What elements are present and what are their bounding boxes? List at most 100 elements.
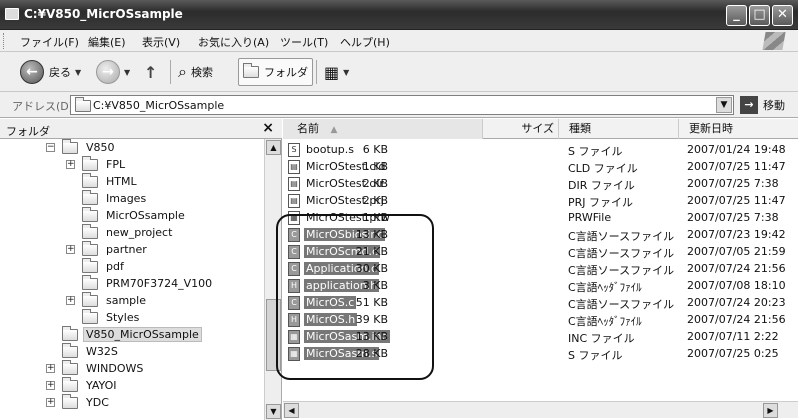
up-folder-button[interactable]: ↑ bbox=[144, 58, 157, 86]
tree-item-label: YAYOI bbox=[86, 379, 117, 392]
window-title: C:¥V850_MicrOSsample bbox=[24, 7, 183, 21]
file-icon: C bbox=[288, 244, 300, 259]
column-name-label: 名前 bbox=[297, 122, 319, 135]
tree-item[interactable]: + WINDOWS bbox=[46, 359, 146, 377]
close-button[interactable]: ✕ bbox=[772, 5, 793, 26]
file-row[interactable]: ▦ MicrOStest.prw 1 KB PRWFile 2007/07/25 7:3… bbox=[283, 209, 798, 226]
address-dropdown-button[interactable]: ▼ bbox=[716, 97, 732, 113]
tree-item[interactable]: − V850 bbox=[46, 139, 118, 156]
folder-icon bbox=[82, 155, 98, 171]
windows-logo-icon bbox=[762, 32, 786, 50]
folder-icon bbox=[82, 172, 98, 188]
back-button[interactable]: ← 戻る ▼ bbox=[20, 58, 81, 86]
file-row[interactable]: C MicrOScmd.c 21 KB C言語ソースファイル 2007/07/05 21… bbox=[283, 243, 798, 260]
tree-item[interactable]: MicrOSsample bbox=[82, 206, 188, 224]
menu-help[interactable]: ヘルプ(H) bbox=[340, 34, 390, 50]
minimize-button[interactable]: _ bbox=[726, 5, 747, 26]
address-input[interactable]: C:¥V850_MicrOSsample ▼ bbox=[70, 95, 734, 115]
column-type[interactable]: 種類 bbox=[559, 119, 679, 139]
file-icon: ▦ bbox=[288, 210, 300, 225]
tree-item-label: Styles bbox=[106, 311, 140, 324]
collapse-icon[interactable]: − bbox=[46, 143, 55, 152]
menu-view[interactable]: 表示(V) bbox=[142, 34, 180, 50]
file-row[interactable]: Sbootup.s 6 KB S ファイル 2007/01/24 19:48 bbox=[283, 141, 798, 158]
menu-edit[interactable]: 編集(E) bbox=[88, 34, 126, 50]
folder-pane-scrollbar[interactable]: ▲ ▼ bbox=[264, 139, 281, 420]
forward-button[interactable]: → ▼ bbox=[96, 58, 130, 86]
tree-item[interactable]: + sample bbox=[66, 291, 149, 309]
tree-item[interactable]: pdf bbox=[82, 257, 127, 275]
file-icon: H bbox=[288, 278, 300, 293]
tree-item[interactable]: + FPL bbox=[66, 155, 128, 173]
folder-icon bbox=[82, 257, 98, 273]
expand-icon[interactable]: + bbox=[46, 381, 55, 390]
views-button[interactable]: ▦ ▼ bbox=[324, 58, 349, 86]
file-type: INC ファイル bbox=[568, 332, 635, 345]
expand-icon[interactable]: + bbox=[66, 296, 75, 305]
file-row[interactable]: ▤ MicrOStest.dir 2 KB DIR ファイル 2007/07/25 7:… bbox=[283, 175, 798, 192]
column-size[interactable]: サイズ bbox=[483, 119, 559, 139]
expand-icon[interactable]: + bbox=[66, 160, 75, 169]
scroll-down-button[interactable]: ▼ bbox=[266, 404, 281, 419]
close-pane-icon[interactable]: × bbox=[262, 120, 274, 136]
forward-dropdown-icon[interactable]: ▼ bbox=[124, 68, 130, 77]
tree-item[interactable]: Images bbox=[82, 189, 149, 207]
tree-item-label: FPL bbox=[106, 158, 126, 171]
tree-item[interactable]: + YDC bbox=[46, 393, 112, 411]
go-arrow-icon: → bbox=[740, 96, 758, 114]
folders-button[interactable]: フォルダ bbox=[238, 58, 313, 86]
tree-item[interactable]: + YAYOI bbox=[46, 376, 120, 394]
tree-item[interactable]: PRM70F3724_V100 bbox=[82, 274, 215, 292]
file-row[interactable]: ▦ MicrOSasm.s 28 KB S ファイル 2007/07/25 0:25 bbox=[283, 345, 798, 362]
file-row[interactable]: ▦ MicrOSasm.inc 13 KB INC ファイル 2007/07/11 2:… bbox=[283, 328, 798, 345]
scroll-left-button[interactable]: ◀ bbox=[284, 403, 299, 418]
file-icon: C bbox=[288, 227, 300, 242]
menu-file[interactable]: ファイル(F) bbox=[20, 34, 79, 50]
folder-window-icon bbox=[5, 8, 19, 20]
file-row[interactable]: ▤ MicrOStest.cld 1 KB CLD ファイル 2007/07/25 11… bbox=[283, 158, 798, 175]
file-size: 3 KB bbox=[362, 279, 388, 292]
search-button[interactable]: ⌕ 検索 bbox=[178, 58, 213, 86]
go-button[interactable]: → 移動 bbox=[740, 96, 785, 114]
tree-item-label: YDC bbox=[86, 396, 109, 409]
file-list-hscrollbar[interactable]: ◀ ▶ bbox=[283, 401, 798, 418]
tree-item-label: new_project bbox=[106, 226, 173, 239]
tree-item[interactable]: V850_MicrOSsample bbox=[62, 325, 202, 343]
file-modified: 2007/07/24 21:56 bbox=[687, 262, 786, 275]
file-row[interactable]: ▤ MicrOStest.prj 2 KB PRJ ファイル 2007/07/25 11… bbox=[283, 192, 798, 209]
maximize-button[interactable]: □ bbox=[749, 5, 770, 26]
menu-favorites[interactable]: お気に入り(A) bbox=[198, 34, 269, 50]
file-icon: ▤ bbox=[288, 176, 300, 191]
file-row[interactable]: C MicrOSbioslr.c 13 KB C言語ソースファイル 2007/07/23… bbox=[283, 226, 798, 243]
file-size: 21 KB bbox=[355, 245, 388, 258]
file-row[interactable]: H MicrOS.h 39 KB C言語ﾍｯﾀﾞﾌｧｲﾙ 2007/07/24 21:5… bbox=[283, 311, 798, 328]
file-modified: 2007/07/24 20:23 bbox=[687, 296, 786, 309]
title-bar[interactable]: C:¥V850_MicrOSsample _ □ ✕ bbox=[0, 0, 798, 30]
expand-icon[interactable]: + bbox=[46, 364, 55, 373]
file-type: DIR ファイル bbox=[568, 179, 635, 192]
scroll-up-button[interactable]: ▲ bbox=[266, 140, 281, 155]
file-type: C言語ソースファイル bbox=[568, 230, 675, 243]
file-row[interactable]: C Application.c 30 KB C言語ソースファイル 2007/07/24 … bbox=[283, 260, 798, 277]
column-modified[interactable]: 更新日時 bbox=[679, 119, 798, 139]
tree-item-label: partner bbox=[106, 243, 147, 256]
file-type: CLD ファイル bbox=[568, 162, 638, 175]
scroll-thumb[interactable] bbox=[266, 299, 281, 371]
expand-icon[interactable]: + bbox=[46, 398, 55, 407]
views-icon: ▦ bbox=[324, 62, 340, 82]
file-row[interactable]: C MicrOS.c 51 KB C言語ソースファイル 2007/07/24 20:23 bbox=[283, 294, 798, 311]
tree-item[interactable]: HTML bbox=[82, 172, 140, 190]
tree-item[interactable]: new_project bbox=[82, 223, 175, 241]
file-size: 28 KB bbox=[355, 347, 388, 360]
tree-item[interactable]: + partner bbox=[66, 240, 150, 258]
file-modified: 2007/07/23 19:42 bbox=[687, 228, 786, 241]
tree-item[interactable]: W32S bbox=[62, 342, 121, 360]
column-name[interactable]: 名前 ▲ bbox=[283, 119, 483, 139]
back-dropdown-icon[interactable]: ▼ bbox=[75, 68, 81, 77]
tree-item[interactable]: Styles bbox=[82, 308, 142, 326]
expand-icon[interactable]: + bbox=[66, 245, 75, 254]
file-row[interactable]: Happlication.h 3 KB C言語ﾍｯﾀﾞﾌｧｲﾙ 2007/07/08 … bbox=[283, 277, 798, 294]
scroll-right-button[interactable]: ▶ bbox=[763, 403, 778, 418]
menu-tools[interactable]: ツール(T) bbox=[280, 34, 328, 50]
file-icon: C bbox=[288, 261, 300, 276]
